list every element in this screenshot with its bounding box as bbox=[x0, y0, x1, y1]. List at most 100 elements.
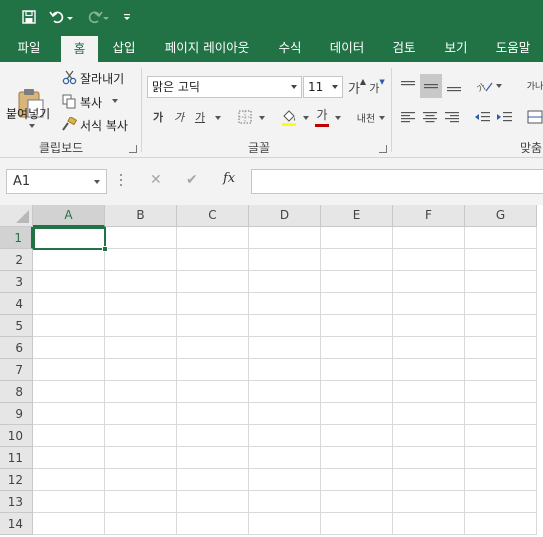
cell-b12[interactable] bbox=[105, 469, 177, 491]
row-header-3[interactable]: 3 bbox=[0, 271, 33, 293]
align-middle-button[interactable] bbox=[420, 74, 442, 98]
cell-d7[interactable] bbox=[249, 359, 321, 381]
phonetic-guide-button[interactable]: 내천 bbox=[356, 108, 376, 126]
cell-a8[interactable] bbox=[33, 381, 105, 403]
cell-f3[interactable] bbox=[393, 271, 465, 293]
cell-b3[interactable] bbox=[105, 271, 177, 293]
customize-qat-icon[interactable] bbox=[120, 6, 134, 28]
cell-c5[interactable] bbox=[177, 315, 249, 337]
cell-g5[interactable] bbox=[465, 315, 537, 337]
row-header-13[interactable]: 13 bbox=[0, 491, 33, 513]
column-header-f[interactable]: F bbox=[393, 205, 465, 227]
cell-b4[interactable] bbox=[105, 293, 177, 315]
formula-input[interactable] bbox=[251, 169, 543, 194]
cell-b11[interactable] bbox=[105, 447, 177, 469]
column-header-c[interactable]: C bbox=[177, 205, 249, 227]
cell-a5[interactable] bbox=[33, 315, 105, 337]
cell-e6[interactable] bbox=[321, 337, 393, 359]
cell-f13[interactable] bbox=[393, 491, 465, 513]
cell-f14[interactable] bbox=[393, 513, 465, 535]
borders-button[interactable] bbox=[235, 108, 255, 126]
cell-d13[interactable] bbox=[249, 491, 321, 513]
underline-dropdown-arrow[interactable] bbox=[213, 114, 223, 122]
align-right-button[interactable] bbox=[442, 108, 462, 126]
cell-g13[interactable] bbox=[465, 491, 537, 513]
row-header-8[interactable]: 8 bbox=[0, 381, 33, 403]
cell-g1[interactable] bbox=[465, 227, 537, 249]
cell-d5[interactable] bbox=[249, 315, 321, 337]
cell-e3[interactable] bbox=[321, 271, 393, 293]
cell-c8[interactable] bbox=[177, 381, 249, 403]
cell-f8[interactable] bbox=[393, 381, 465, 403]
row-header-5[interactable]: 5 bbox=[0, 315, 33, 337]
cell-a6[interactable] bbox=[33, 337, 105, 359]
merge-center-button[interactable] bbox=[526, 108, 543, 126]
format-painter-icon[interactable] bbox=[60, 115, 78, 133]
row-header-9[interactable]: 9 bbox=[0, 403, 33, 425]
cell-g12[interactable] bbox=[465, 469, 537, 491]
cell-area[interactable] bbox=[33, 227, 543, 537]
cell-a7[interactable] bbox=[33, 359, 105, 381]
select-all-button[interactable] bbox=[0, 205, 33, 227]
cell-g8[interactable] bbox=[465, 381, 537, 403]
cell-c4[interactable] bbox=[177, 293, 249, 315]
cell-e9[interactable] bbox=[321, 403, 393, 425]
copy-dropdown-arrow[interactable] bbox=[110, 97, 120, 105]
row-header-1[interactable]: 1 bbox=[0, 227, 33, 249]
fill-color-dropdown-arrow[interactable] bbox=[301, 114, 311, 122]
cell-b9[interactable] bbox=[105, 403, 177, 425]
cell-a3[interactable] bbox=[33, 271, 105, 293]
cell-f5[interactable] bbox=[393, 315, 465, 337]
cell-b2[interactable] bbox=[105, 249, 177, 271]
cell-b5[interactable] bbox=[105, 315, 177, 337]
cell-d8[interactable] bbox=[249, 381, 321, 403]
cell-e2[interactable] bbox=[321, 249, 393, 271]
shrink-font-button[interactable]: 가 ▼ bbox=[369, 78, 385, 96]
cell-c10[interactable] bbox=[177, 425, 249, 447]
row-header-12[interactable]: 12 bbox=[0, 469, 33, 491]
cell-a9[interactable] bbox=[33, 403, 105, 425]
cell-e12[interactable] bbox=[321, 469, 393, 491]
cell-c13[interactable] bbox=[177, 491, 249, 513]
font-name-combo[interactable]: 맑은 고딕 bbox=[147, 76, 302, 98]
cell-a2[interactable] bbox=[33, 249, 105, 271]
cell-g7[interactable] bbox=[465, 359, 537, 381]
cell-g2[interactable] bbox=[465, 249, 537, 271]
increase-indent-button[interactable] bbox=[494, 108, 514, 126]
cell-d9[interactable] bbox=[249, 403, 321, 425]
cell-b14[interactable] bbox=[105, 513, 177, 535]
cell-e7[interactable] bbox=[321, 359, 393, 381]
cell-b10[interactable] bbox=[105, 425, 177, 447]
cell-b13[interactable] bbox=[105, 491, 177, 513]
cut-button[interactable]: 잘라내기 bbox=[80, 70, 124, 87]
cell-g6[interactable] bbox=[465, 337, 537, 359]
column-header-b[interactable]: B bbox=[105, 205, 177, 227]
cell-c3[interactable] bbox=[177, 271, 249, 293]
tab-view[interactable]: 보기 bbox=[434, 33, 478, 62]
cell-c12[interactable] bbox=[177, 469, 249, 491]
copy-icon[interactable] bbox=[60, 92, 78, 110]
cell-a10[interactable] bbox=[33, 425, 105, 447]
align-bottom-button[interactable] bbox=[444, 76, 464, 96]
cell-f1[interactable] bbox=[393, 227, 465, 249]
cell-g14[interactable] bbox=[465, 513, 537, 535]
font-color-button[interactable]: 가 bbox=[313, 106, 331, 128]
bold-button[interactable]: 가 bbox=[150, 108, 166, 126]
cell-f7[interactable] bbox=[393, 359, 465, 381]
orientation-button[interactable]: 가 bbox=[474, 76, 496, 96]
enter-entry-button[interactable]: ✔ bbox=[186, 172, 198, 188]
fill-handle[interactable] bbox=[102, 246, 108, 252]
insert-function-button[interactable]: fx bbox=[223, 171, 235, 186]
cell-f2[interactable] bbox=[393, 249, 465, 271]
cell-c6[interactable] bbox=[177, 337, 249, 359]
redo-icon[interactable] bbox=[84, 6, 112, 28]
cell-g3[interactable] bbox=[465, 271, 537, 293]
tab-page-layout[interactable]: 페이지 레이아웃 bbox=[152, 33, 262, 62]
cell-d1[interactable] bbox=[249, 227, 321, 249]
decrease-indent-button[interactable] bbox=[472, 108, 492, 126]
cell-b8[interactable] bbox=[105, 381, 177, 403]
cell-e13[interactable] bbox=[321, 491, 393, 513]
cell-d4[interactable] bbox=[249, 293, 321, 315]
cell-a13[interactable] bbox=[33, 491, 105, 513]
tab-file[interactable]: 파일 bbox=[6, 33, 52, 62]
